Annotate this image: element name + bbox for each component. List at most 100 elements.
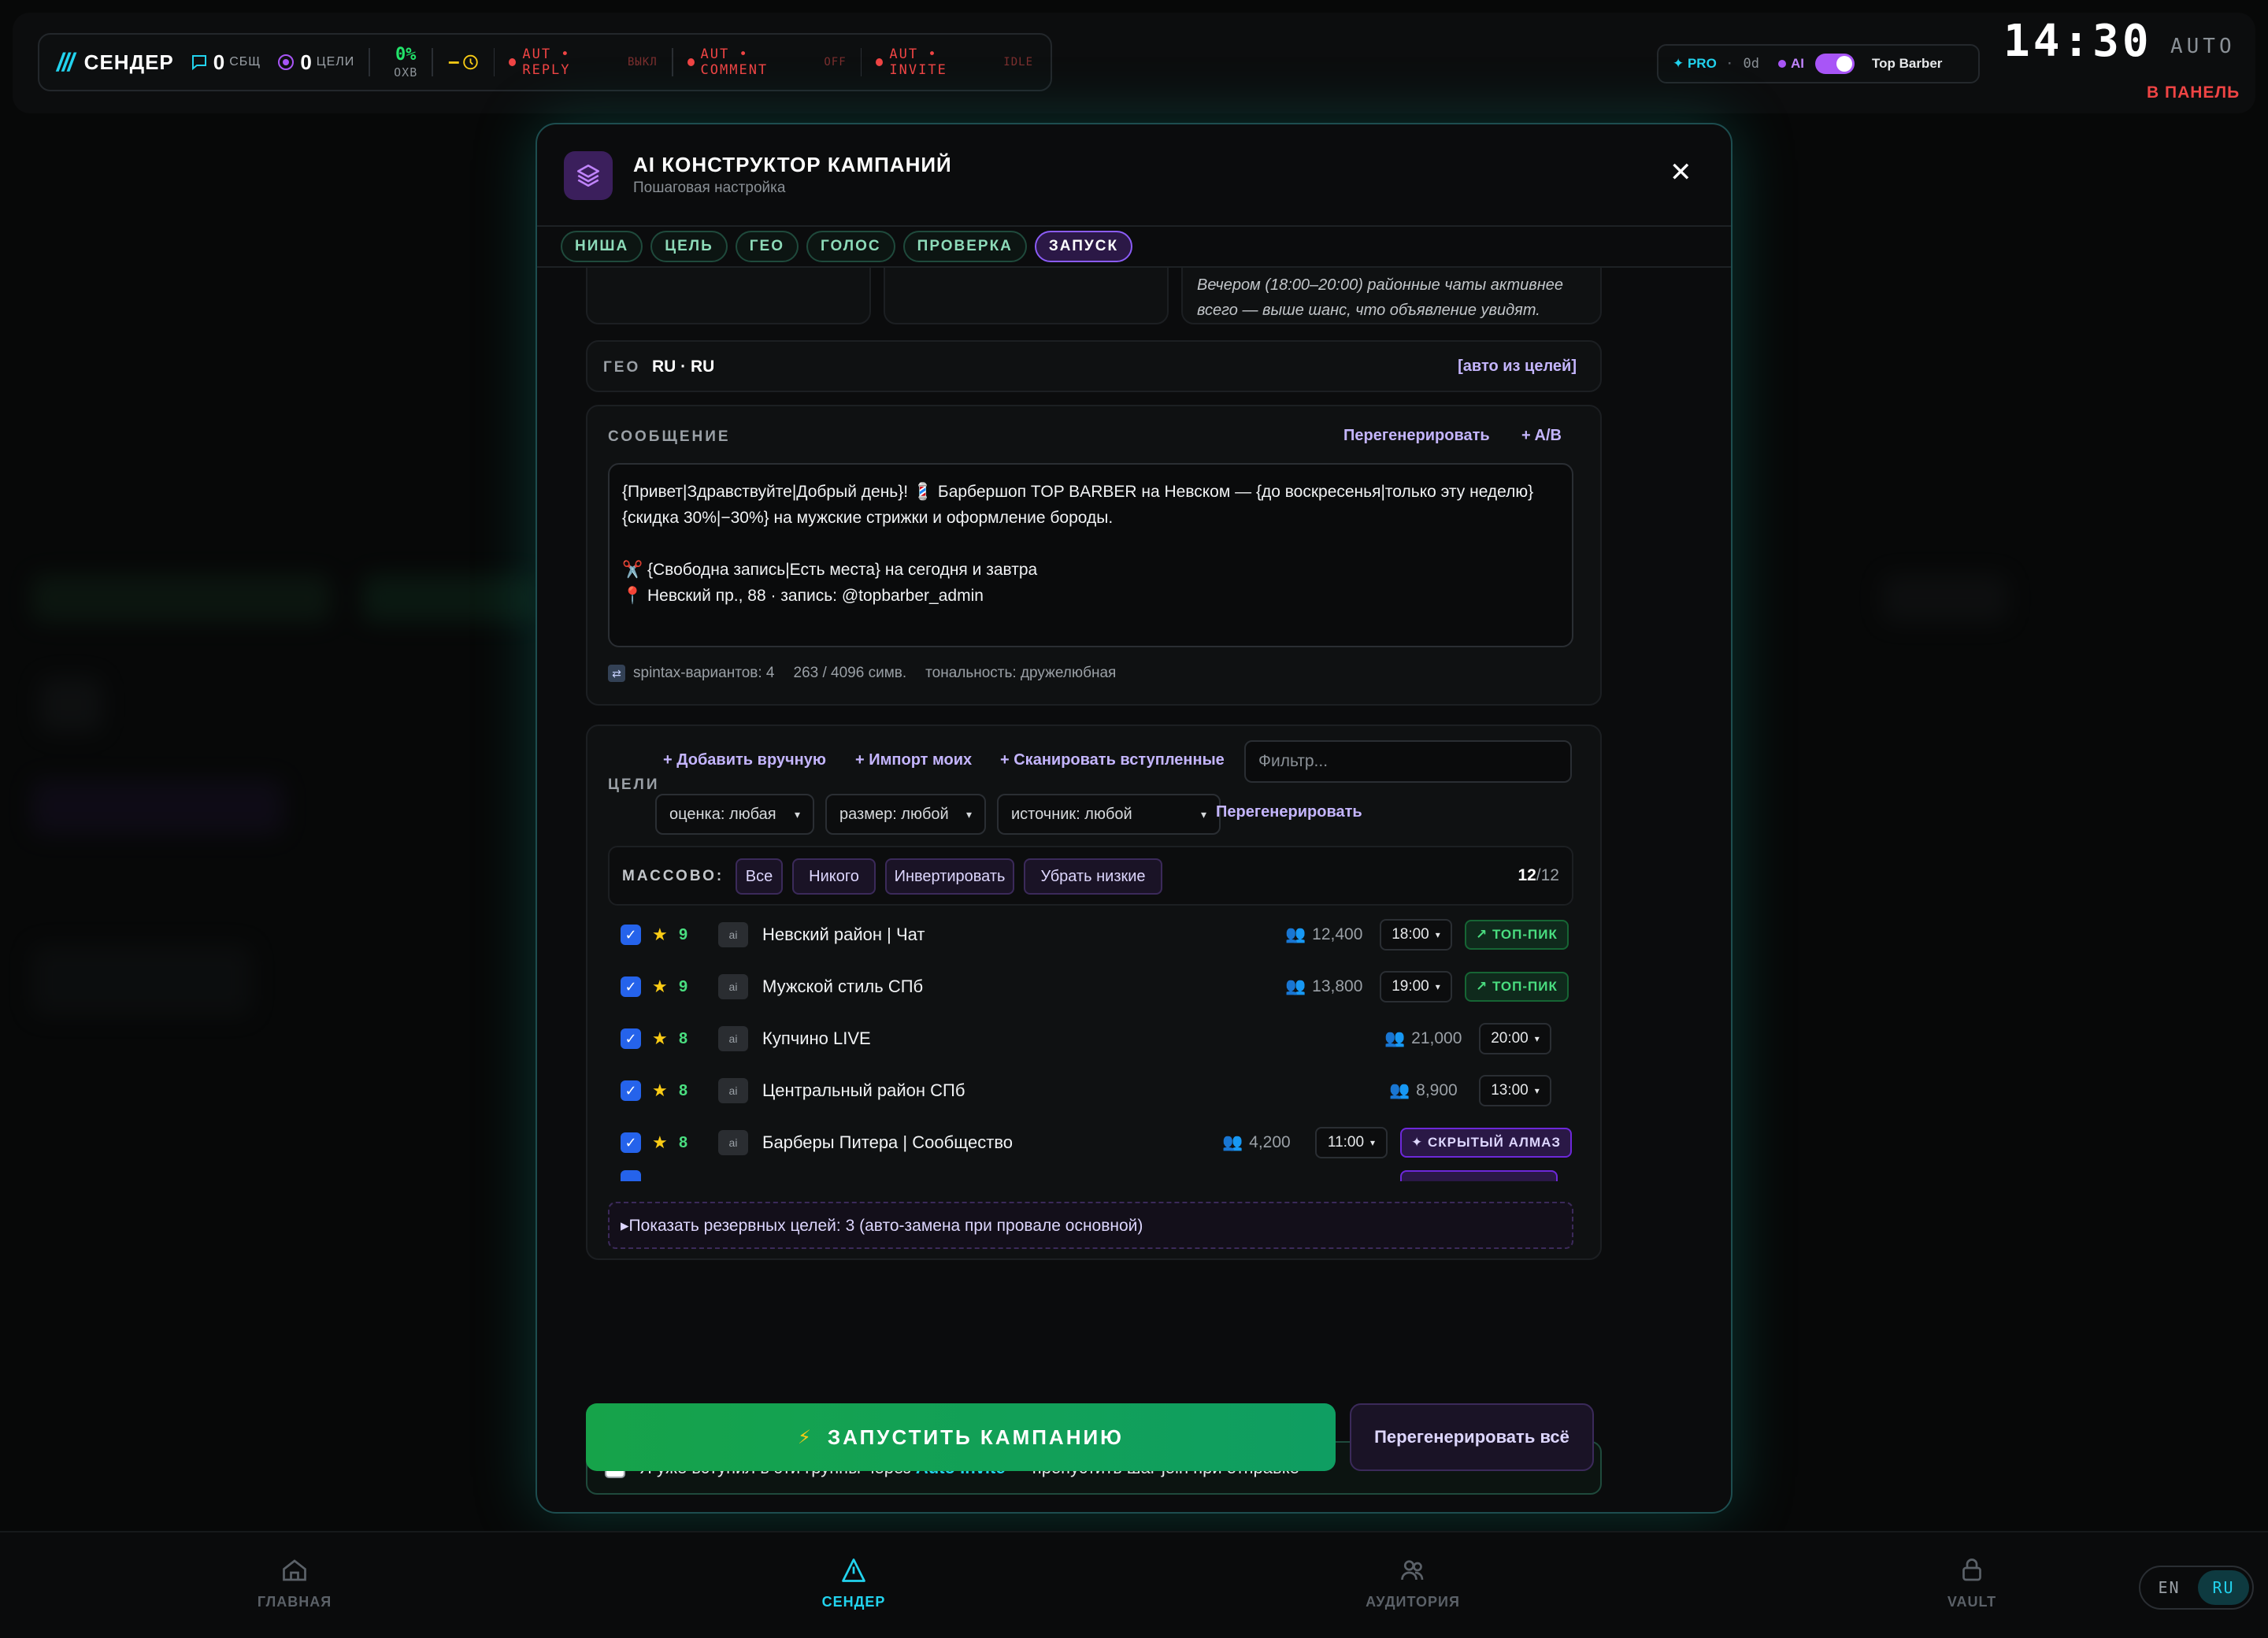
nav-audience[interactable]: АУДИТОРИЯ xyxy=(1334,1556,1492,1610)
brand[interactable]: /// СЕНДЕР xyxy=(57,48,174,77)
row-checkbox[interactable]: ✓ xyxy=(621,1080,641,1101)
row-checkbox[interactable]: ✓ xyxy=(621,1132,641,1153)
launch-campaign-button[interactable]: ⚡ ЗАПУСТИТЬ КАМПАНИЮ xyxy=(586,1403,1336,1471)
remove-low-button[interactable]: Убрать низкие xyxy=(1024,858,1162,895)
geo-label: ГЕО xyxy=(603,359,641,376)
auto-reply-status[interactable]: AUT • REPLY ВЫКЛ xyxy=(509,46,657,78)
show-reserve-targets[interactable]: ▸Показать резервных целей: 3 (авто-замен… xyxy=(608,1202,1573,1249)
lang-en[interactable]: EN xyxy=(2144,1570,2195,1605)
status-bar: /// СЕНДЕР 0 СБЩ 0 ЦЕЛИ 0% ОХВ AUT • REP… xyxy=(38,33,1052,91)
tab-niche[interactable]: НИША xyxy=(561,231,643,262)
ai-badge: ai xyxy=(718,1026,748,1051)
timing-tip-card: Вечером (18:00–20:00) районные чаты акти… xyxy=(1181,268,1602,324)
nav-sender[interactable]: СЕНДЕР xyxy=(775,1556,932,1610)
target-row[interactable]: ✓ ★ 9 ai Невский район | Чат 👥 12,400 18:… xyxy=(608,909,1573,961)
add-manual-button[interactable]: + Добавить вручную xyxy=(663,751,826,769)
spintax-info: ⇄ spintax-вариантов: 4 xyxy=(608,665,775,682)
row-checkbox[interactable]: ✓ xyxy=(621,976,641,997)
row-time-select[interactable]: 18:00 ▾ xyxy=(1380,919,1452,951)
size-filter-select[interactable]: размер: любой ▾ xyxy=(825,794,986,835)
nav-home[interactable]: ГЛАВНАЯ xyxy=(216,1556,373,1610)
chevron-down-icon: ▾ xyxy=(1435,981,1440,992)
modal-scroll-area[interactable]: Вечером (18:00–20:00) районные чаты акти… xyxy=(537,268,1731,1512)
import-mine-button[interactable]: + Импорт моих xyxy=(855,751,972,769)
row-checkbox[interactable]: ✓ xyxy=(621,1028,641,1049)
timer-icon xyxy=(448,54,478,70)
row-score: 9 xyxy=(679,977,688,995)
message-icon xyxy=(191,55,206,71)
row-time-select[interactable]: 19:00 ▾ xyxy=(1380,971,1452,1002)
separator-dot: · xyxy=(1727,56,1732,71)
launch-label: ЗАПУСТИТЬ КАМПАНИЮ xyxy=(827,1425,1124,1449)
select-all-button[interactable]: Все xyxy=(736,858,783,895)
members-icon: 👥 xyxy=(1285,977,1306,995)
score-filter-select[interactable]: оценка: любая ▾ xyxy=(655,794,814,835)
messages-stat: 0 СБЩ xyxy=(190,50,261,75)
filter-input[interactable]: Фильтр... xyxy=(1244,740,1572,783)
ai-badge: ai xyxy=(718,974,748,999)
target-row[interactable]: ✓ ★ 9 ai Мужской стиль СПб 👥 13,800 19:00… xyxy=(608,961,1573,1013)
message-card: СООБЩЕНИЕ Перегенерировать + A/B {Привет… xyxy=(586,405,1602,706)
scan-joined-button[interactable]: + Сканировать вступленные xyxy=(1000,751,1225,769)
status-dot xyxy=(687,58,695,66)
coverage-stat: 0% ОХВ xyxy=(394,46,417,79)
row-name: Мужской стиль СПб xyxy=(762,976,924,996)
row-time-select[interactable]: 13:00 ▾ xyxy=(1479,1075,1551,1106)
messages-label: СБЩ xyxy=(229,55,261,69)
invert-selection-button[interactable]: Инвертировать xyxy=(885,858,1014,895)
row-score: 8 xyxy=(679,1081,688,1099)
divider xyxy=(369,48,371,76)
plan-badge[interactable]: ✦ PRO xyxy=(1673,56,1717,72)
bulk-label: МАССОВО: xyxy=(622,868,724,884)
chevron-down-icon: ▾ xyxy=(965,807,972,821)
tab-geo[interactable]: ГЕО xyxy=(735,231,799,262)
spintax-count: spintax-вариантов: 4 xyxy=(633,665,775,681)
row-checkbox-partial xyxy=(621,1170,641,1181)
summary-card xyxy=(586,268,871,324)
members-icon: 👥 xyxy=(1285,925,1306,943)
tab-voice[interactable]: ГОЛОС xyxy=(806,231,895,262)
target-row[interactable]: ✓ ★ 8 ai Купчино LIVE 👥 21,000 20:00 ▾ xyxy=(608,1013,1573,1065)
account-name[interactable]: Top Barber xyxy=(1872,56,1942,72)
targets-count: 0 xyxy=(300,50,312,74)
source-filter-value: источник: любой xyxy=(1011,805,1132,823)
message-regenerate-button[interactable]: Перегенерировать xyxy=(1343,427,1490,445)
row-time-select[interactable]: 20:00 ▾ xyxy=(1479,1023,1551,1054)
char-count: 263 / 4096 симв. xyxy=(793,665,907,681)
divider xyxy=(860,48,862,76)
tab-launch[interactable]: ЗАПУСК xyxy=(1034,231,1133,262)
auto-comment-status[interactable]: AUT • COMMENT OFF xyxy=(687,46,847,78)
status-dot xyxy=(876,58,884,66)
message-textarea[interactable]: {Привет|Здравствуйте|Добрый день}! 💈 Бар… xyxy=(608,463,1573,647)
chevron-down-icon: ▾ xyxy=(1534,1033,1540,1044)
target-row[interactable]: ✓ ★ 8 ai Барберы Питера | Сообщество 👥 4,… xyxy=(608,1117,1573,1169)
nav-audience-label: АУДИТОРИЯ xyxy=(1366,1594,1460,1610)
row-time-select[interactable]: 11:00 ▾ xyxy=(1315,1127,1388,1158)
nav-vault[interactable]: VAULT xyxy=(1893,1556,2051,1610)
close-icon[interactable]: ✕ xyxy=(1670,159,1692,186)
score-filter-value: оценка: любая xyxy=(669,805,776,823)
to-panel-link[interactable]: В ПАНЕЛЬ xyxy=(2147,83,2240,102)
auto-invite-status[interactable]: AUT • INVITE IDLE xyxy=(876,46,1033,78)
row-members: 👥 21,000 xyxy=(1384,1029,1462,1048)
ab-test-button[interactable]: + A/B xyxy=(1521,427,1562,445)
source-filter-select[interactable]: источник: любой ▾ xyxy=(997,794,1221,835)
target-row[interactable]: ✓ ★ 8 ai Центральный район СПб 👥 8,900 13… xyxy=(608,1065,1573,1117)
row-time: 20:00 xyxy=(1491,1030,1529,1047)
members-count: 8,900 xyxy=(1416,1081,1458,1099)
tab-goal[interactable]: ЦЕЛЬ xyxy=(650,231,728,262)
step-tabs: НИША ЦЕЛЬ ГЕО ГОЛОС ПРОВЕРКА ЗАПУСК xyxy=(561,227,1133,266)
row-checkbox[interactable]: ✓ xyxy=(621,925,641,945)
targets-stat: 0 ЦЕЛИ xyxy=(276,50,354,75)
regenerate-all-button[interactable]: Перегенерировать всё xyxy=(1350,1403,1594,1471)
row-members: 👥 12,400 xyxy=(1285,925,1362,944)
select-none-button[interactable]: Никого xyxy=(792,858,876,895)
modal-header: AI КОНСТРУКТОР КАМПАНИЙ Пошаговая настро… xyxy=(537,124,1731,227)
tab-review[interactable]: ПРОВЕРКА xyxy=(902,231,1027,262)
targets-regenerate-button[interactable]: Перегенерировать xyxy=(1216,803,1362,821)
brand-slashes-icon: /// xyxy=(57,47,75,76)
geo-auto-link[interactable]: [авто из целей] xyxy=(1458,358,1577,376)
lang-ru[interactable]: RU xyxy=(2198,1570,2249,1605)
messages-count: 0 xyxy=(213,50,225,74)
ai-toggle[interactable] xyxy=(1814,54,1855,74)
